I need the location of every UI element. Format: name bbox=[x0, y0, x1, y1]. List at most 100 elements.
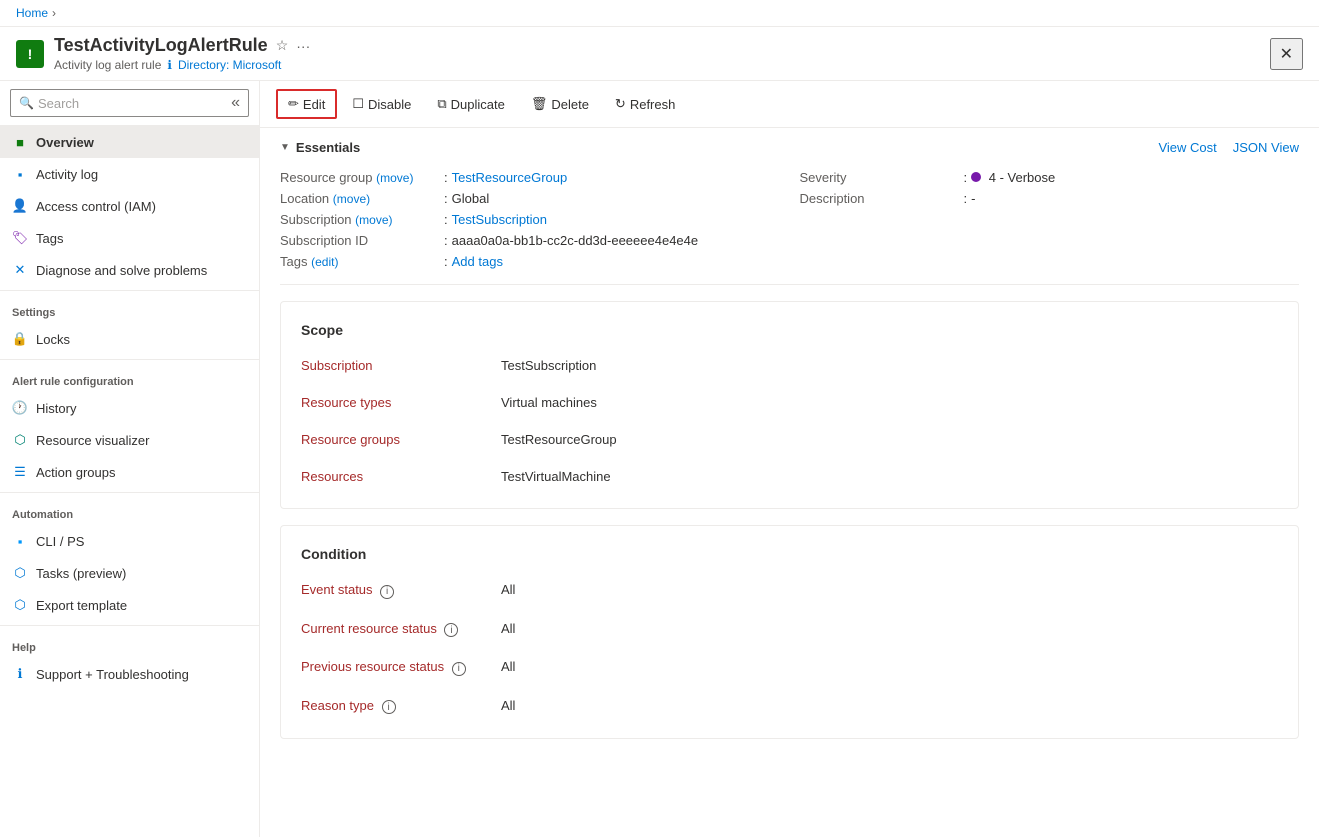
location-move-link[interactable]: (move) bbox=[333, 192, 370, 206]
more-options-icon[interactable]: ··· bbox=[296, 38, 310, 54]
scope-resources-value: TestVirtualMachine bbox=[501, 465, 1278, 488]
favorite-icon[interactable]: ☆ bbox=[276, 37, 289, 54]
support-icon: ℹ bbox=[12, 666, 28, 682]
sidebar-item-history[interactable]: 🕐 History bbox=[0, 392, 259, 424]
delete-icon: 🗑 bbox=[531, 96, 548, 112]
subscription-value: TestSubscription bbox=[452, 212, 547, 227]
disable-button[interactable]: ☐ Disable bbox=[341, 90, 422, 118]
close-button[interactable]: ✕ bbox=[1270, 38, 1303, 70]
sidebar-item-access-control[interactable]: 👤 Access control (IAM) bbox=[0, 190, 259, 222]
sidebar-item-support[interactable]: ℹ Support + Troubleshooting bbox=[0, 658, 259, 690]
tasks-icon: ⬡ bbox=[12, 565, 28, 581]
resource-group-separator: : bbox=[444, 170, 448, 185]
scope-resources-label: Resources bbox=[301, 465, 501, 488]
current-resource-status-info-icon[interactable]: i bbox=[444, 623, 458, 637]
alert-config-section-label: Alert rule configuration bbox=[0, 364, 259, 392]
tags-label: Tags (edit) bbox=[280, 254, 440, 269]
access-control-icon: 👤 bbox=[12, 198, 28, 214]
search-icon: 🔍 bbox=[19, 96, 34, 110]
sidebar-item-tasks[interactable]: ⬡ Tasks (preview) bbox=[0, 557, 259, 589]
scope-card-grid: Subscription TestSubscription Resource t… bbox=[301, 354, 1278, 488]
history-icon: 🕐 bbox=[12, 400, 28, 416]
tags-edit-link[interactable]: (edit) bbox=[311, 255, 338, 269]
severity-label: Severity bbox=[800, 170, 960, 185]
essentials-grid: Resource group (move) : TestResourceGrou… bbox=[280, 167, 1299, 285]
locks-icon: 🔒 bbox=[12, 331, 28, 347]
scope-subscription-label: Subscription bbox=[301, 354, 501, 377]
delete-button[interactable]: 🗑 Delete bbox=[520, 90, 600, 118]
edit-button[interactable]: ✏ Edit bbox=[276, 89, 337, 119]
refresh-icon: ↻ bbox=[615, 96, 626, 112]
sidebar-item-export-template[interactable]: ⬡ Export template bbox=[0, 589, 259, 621]
subscription-move-link[interactable]: (move) bbox=[355, 213, 392, 227]
severity-value: 4 - Verbose bbox=[971, 170, 1055, 185]
sidebar-item-activity-log[interactable]: ▪ Activity log bbox=[0, 158, 259, 190]
view-cost-link[interactable]: View Cost bbox=[1158, 140, 1216, 155]
search-input[interactable] bbox=[38, 96, 231, 111]
home-link[interactable]: Home bbox=[16, 6, 48, 20]
location-value: Global bbox=[452, 191, 490, 206]
subscription-id-value: aaaa0a0a-bb1b-cc2c-dd3d-eeeeee4e4e4e bbox=[452, 233, 699, 248]
json-view-link[interactable]: JSON View bbox=[1233, 140, 1299, 155]
current-resource-status-value: All bbox=[501, 617, 1278, 642]
overview-icon: ■ bbox=[12, 134, 28, 150]
essentials-links: View Cost JSON View bbox=[1158, 140, 1299, 155]
sidebar-item-locks[interactable]: 🔒 Locks bbox=[0, 323, 259, 355]
action-groups-icon: ☰ bbox=[12, 464, 28, 480]
description-label: Description bbox=[800, 191, 960, 206]
breadcrumb: Home › bbox=[0, 0, 1319, 27]
scope-resource-types-label: Resource types bbox=[301, 391, 501, 414]
essentials-section: ▼ Essentials View Cost JSON View Resourc… bbox=[260, 128, 1319, 285]
search-box: 🔍 « bbox=[0, 81, 259, 126]
previous-resource-status-value: All bbox=[501, 655, 1278, 680]
resource-icon: ! bbox=[16, 40, 44, 68]
reason-type-value: All bbox=[501, 694, 1278, 719]
sidebar-label-cli-ps: CLI / PS bbox=[36, 534, 84, 549]
duplicate-button[interactable]: ⧉ Duplicate bbox=[426, 90, 516, 118]
severity-row: Severity : 4 - Verbose bbox=[800, 167, 1300, 188]
content-area: ✏ Edit ☐ Disable ⧉ Duplicate 🗑 Delete ↻ bbox=[260, 81, 1319, 837]
duplicate-icon: ⧉ bbox=[437, 96, 446, 112]
scope-resource-groups-value: TestResourceGroup bbox=[501, 428, 1278, 451]
sidebar-label-locks: Locks bbox=[36, 332, 70, 347]
resource-type-label: Activity log alert rule bbox=[54, 58, 161, 72]
tags-icon: 🏷 bbox=[12, 230, 28, 246]
sidebar-item-overview[interactable]: ■ Overview bbox=[0, 126, 259, 158]
resource-group-move-link[interactable]: (move) bbox=[376, 171, 413, 185]
subscription-label: Subscription (move) bbox=[280, 212, 440, 227]
sidebar-label-diagnose: Diagnose and solve problems bbox=[36, 263, 207, 278]
sidebar-item-cli-ps[interactable]: ▪ CLI / PS bbox=[0, 525, 259, 557]
description-row: Description : - bbox=[800, 188, 1300, 209]
title-area: TestActivityLogAlertRule ☆ ··· Activity … bbox=[54, 35, 1270, 72]
condition-card-title: Condition bbox=[301, 546, 1278, 562]
automation-section-label: Automation bbox=[0, 497, 259, 525]
event-status-info-icon[interactable]: i bbox=[380, 585, 394, 599]
previous-resource-status-info-icon[interactable]: i bbox=[452, 662, 466, 676]
scope-resource-groups-label: Resource groups bbox=[301, 428, 501, 451]
page-title: TestActivityLogAlertRule bbox=[54, 35, 268, 56]
scope-subscription-value: TestSubscription bbox=[501, 354, 1278, 377]
export-template-icon: ⬡ bbox=[12, 597, 28, 613]
event-status-value: All bbox=[501, 578, 1278, 603]
essentials-collapse-icon[interactable]: ▼ bbox=[280, 142, 290, 153]
refresh-button[interactable]: ↻ Refresh bbox=[604, 90, 686, 118]
current-resource-status-label: Current resource status i bbox=[301, 617, 501, 642]
collapse-sidebar-button[interactable]: « bbox=[231, 94, 240, 112]
sidebar-item-resource-visualizer[interactable]: ⬡ Resource visualizer bbox=[0, 424, 259, 456]
essentials-title-label: Essentials bbox=[296, 140, 360, 155]
sidebar-label-resource-visualizer: Resource visualizer bbox=[36, 433, 149, 448]
reason-type-info-icon[interactable]: i bbox=[382, 700, 396, 714]
sidebar-item-action-groups[interactable]: ☰ Action groups bbox=[0, 456, 259, 488]
sidebar-item-tags[interactable]: 🏷 Tags bbox=[0, 222, 259, 254]
sidebar-label-support: Support + Troubleshooting bbox=[36, 667, 189, 682]
tags-value: Add tags bbox=[452, 254, 503, 269]
severity-dot bbox=[971, 172, 981, 182]
sidebar-label-access-control: Access control (IAM) bbox=[36, 199, 156, 214]
event-status-label: Event status i bbox=[301, 578, 501, 603]
sidebar-label-tasks: Tasks (preview) bbox=[36, 566, 126, 581]
directory-label: Directory: Microsoft bbox=[178, 58, 281, 72]
sidebar: 🔍 « ■ Overview ▪ Activity log 👤 Access c… bbox=[0, 81, 260, 837]
sidebar-label-activity-log: Activity log bbox=[36, 167, 98, 182]
sidebar-item-diagnose[interactable]: ✕ Diagnose and solve problems bbox=[0, 254, 259, 286]
resource-group-label: Resource group (move) bbox=[280, 170, 440, 185]
